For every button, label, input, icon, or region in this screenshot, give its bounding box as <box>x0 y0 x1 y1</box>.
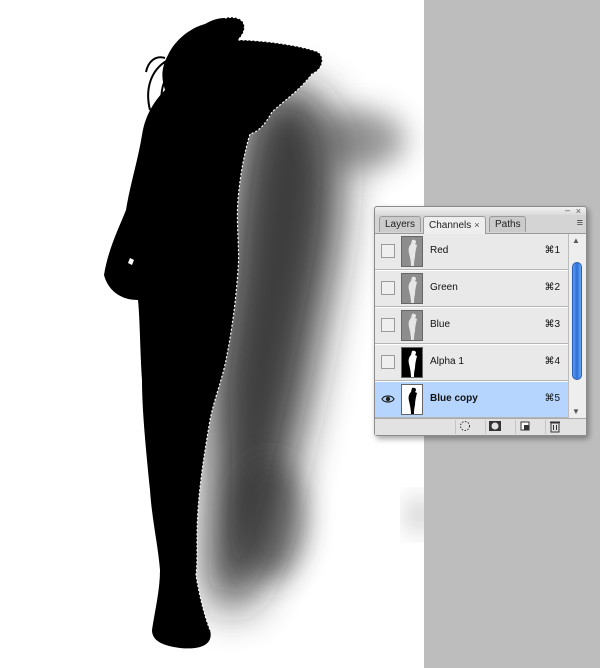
channel-scrollbar[interactable]: ▲ ▼ <box>568 234 586 418</box>
channel-row-red[interactable]: Red ⌘1 <box>375 234 568 270</box>
document-canvas[interactable] <box>0 0 424 668</box>
channel-list: Red ⌘1 Green ⌘2 Blue ⌘3 Alpha 1 ⌘4 Blue … <box>375 234 568 418</box>
tab-layers[interactable]: Layers <box>379 216 421 232</box>
tab-close-icon[interactable]: × <box>474 220 479 230</box>
scroll-up-icon[interactable]: ▲ <box>572 236 580 245</box>
channels-palette[interactable]: – × Layers Channels × Paths ≡ Red ⌘1 Gree… <box>374 206 587 436</box>
channel-row-green[interactable]: Green ⌘2 <box>375 271 568 307</box>
visibility-toggle[interactable] <box>381 281 395 295</box>
channel-shortcut: ⌘4 <box>544 356 560 367</box>
channel-name: Blue <box>430 319 451 330</box>
minimize-icon[interactable]: – <box>565 206 570 215</box>
tab-label: Channels <box>429 220 472 231</box>
palette-footer <box>375 418 586 435</box>
channel-row-alpha-1[interactable]: Alpha 1 ⌘4 <box>375 345 568 381</box>
silhouette-image <box>104 16 424 649</box>
channel-thumbnail <box>401 273 423 304</box>
visibility-toggle[interactable] <box>381 244 395 258</box>
channel-shortcut: ⌘5 <box>544 393 560 404</box>
channel-shortcut: ⌘1 <box>544 245 560 256</box>
eye-icon[interactable] <box>381 392 395 406</box>
channel-row-blue[interactable]: Blue ⌘3 <box>375 308 568 344</box>
channel-name: Green <box>430 282 458 293</box>
channel-thumbnail <box>401 347 423 378</box>
channel-thumbnail <box>401 236 423 267</box>
mask-icon[interactable] <box>485 420 504 434</box>
dotted-circle-icon[interactable] <box>455 420 474 434</box>
channel-shortcut: ⌘3 <box>544 319 560 330</box>
channel-name: Alpha 1 <box>430 356 464 367</box>
palette-titlebar[interactable]: – × <box>375 206 586 216</box>
scroll-down-icon[interactable]: ▼ <box>572 407 580 416</box>
channel-name: Red <box>430 245 449 256</box>
trash-icon[interactable] <box>545 420 564 434</box>
scrollbar-thumb[interactable] <box>572 262 582 380</box>
new-channel-icon[interactable] <box>515 420 534 434</box>
panel-menu-icon[interactable]: ≡ <box>577 217 583 230</box>
tab-label: Layers <box>385 219 416 230</box>
tab-paths[interactable]: Paths <box>489 216 526 232</box>
channel-shortcut: ⌘2 <box>544 282 560 293</box>
channel-thumbnail <box>401 310 423 341</box>
tab-channels[interactable]: Channels × <box>423 216 486 234</box>
visibility-toggle[interactable] <box>381 318 395 332</box>
channel-row-blue-copy[interactable]: Blue copy ⌘5 <box>375 382 568 418</box>
channel-name: Blue copy <box>430 393 478 404</box>
visibility-toggle[interactable] <box>381 355 395 369</box>
channel-thumbnail <box>401 384 423 415</box>
palette-tabs: Layers Channels × Paths ≡ <box>375 215 586 234</box>
tab-label: Paths <box>495 219 521 230</box>
